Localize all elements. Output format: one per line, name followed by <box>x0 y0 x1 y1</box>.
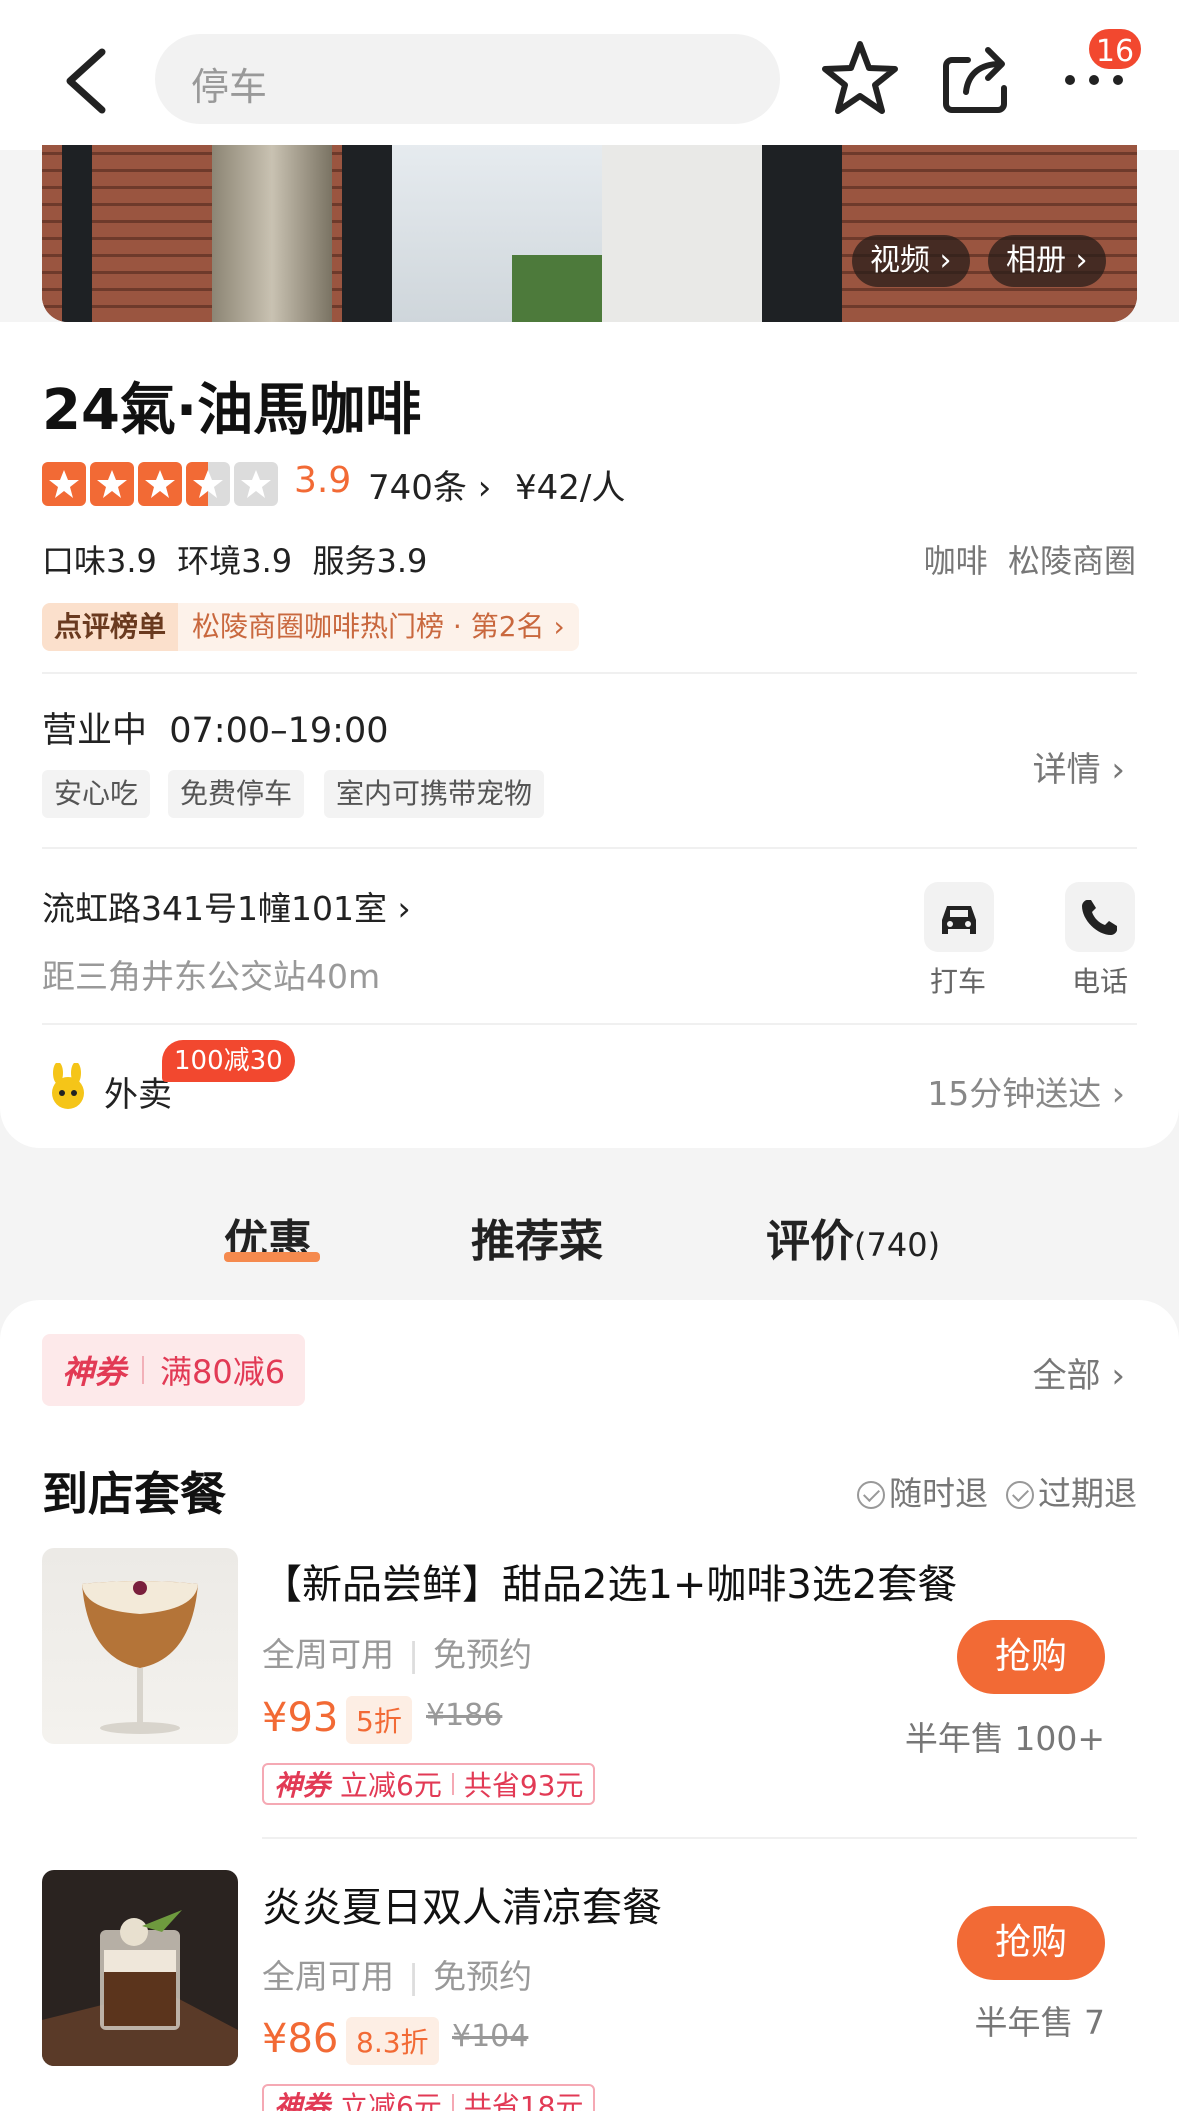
half-star-icon <box>186 462 230 506</box>
deal-original-price: ¥104 <box>452 2019 529 2054</box>
price-per-person: ¥42/人 <box>515 468 626 508</box>
deal-meta: 全周可用 | 免预约 <box>262 1957 533 1996</box>
coupon-text: 满80减6 <box>160 1353 286 1391</box>
cocktail-image <box>42 1910 238 2066</box>
door-frame <box>62 145 92 322</box>
sub-scores: 口味3.9 环境3.9 服务3.9 <box>42 542 428 580</box>
refund-policy: 随时退 过期退 <box>857 1467 1137 1515</box>
deal-title[interactable]: 【新品尝鲜】甜品2选1+咖啡3选2套餐 <box>262 1552 957 1610</box>
active-tab-indicator <box>224 1252 320 1262</box>
divider <box>42 1023 1137 1025</box>
star-icon <box>138 462 182 506</box>
tab-dishes[interactable]: 推荐菜 <box>471 1205 603 1269</box>
check-icon <box>1006 1481 1034 1509</box>
deal-sold-count: 半年售 7 <box>974 2003 1106 2042</box>
deal-coupon-tag: 神券 立减6元 共省18元 <box>262 2084 596 2111</box>
detail-link[interactable]: 详情 › <box>1033 742 1125 791</box>
rank-banner[interactable]: 点评榜单 松陵商圈咖啡热门榜 · 第2名 › <box>42 603 579 651</box>
coupon-chip[interactable]: 神券 满80减6 <box>42 1334 306 1406</box>
notification-badge: 16 <box>1086 26 1144 72</box>
deal-meta: 全周可用 | 免预约 <box>262 1635 533 1674</box>
reviews-count: (740) <box>854 1226 941 1264</box>
door-frame <box>762 145 842 322</box>
feature-tag: 免费停车 <box>168 770 305 818</box>
deal-thumbnail[interactable] <box>42 1870 238 2066</box>
share-icon[interactable] <box>940 40 1012 116</box>
coupon-badge: 神券 <box>62 1353 127 1391</box>
phone-button[interactable] <box>1065 882 1135 952</box>
takeout-promo-badge: 100减30 <box>162 1040 295 1082</box>
check-icon <box>857 1481 885 1509</box>
deal-thumbnail[interactable] <box>42 1548 238 1744</box>
video-button[interactable]: 视频 › <box>852 235 970 287</box>
door-frame <box>342 145 392 322</box>
deal-price: ¥86 <box>262 2016 339 2062</box>
distance-text: 距三角井东公交站40m <box>42 957 381 996</box>
taxi-label: 打车 <box>930 965 987 998</box>
rank-text: 松陵商圈咖啡热门榜 · 第2名 › <box>178 603 579 651</box>
search-input[interactable]: 停车 <box>155 34 780 124</box>
review-count-link[interactable]: 740条 › <box>368 460 491 509</box>
buy-button[interactable]: 抢购 <box>957 1620 1105 1694</box>
deal-title[interactable]: 炎炎夏日双人清凉套餐 <box>262 1875 662 1933</box>
buy-button[interactable]: 抢购 <box>957 1906 1105 1980</box>
deal-coupon-tag: 神券 立减6元 共省93元 <box>262 1763 596 1805</box>
star-icon <box>90 462 134 506</box>
divider <box>262 1837 1137 1839</box>
rating-score: 3.9 <box>294 460 352 501</box>
feature-tag: 室内可携带宠物 <box>324 770 545 818</box>
kangaroo-icon <box>52 1063 84 1109</box>
favorite-star-icon[interactable] <box>820 38 900 118</box>
hero-photo[interactable]: 视频 › 相册 › <box>42 145 1137 322</box>
album-button[interactable]: 相册 › <box>988 235 1106 287</box>
shop-category: 咖啡 松陵商圈 <box>923 542 1136 580</box>
tab-reviews[interactable]: 评价(740) <box>766 1205 940 1269</box>
top-bar: 停车 16 <box>0 0 1179 150</box>
shop-name: 24氣·油馬咖啡 <box>42 378 422 443</box>
section-title: 到店套餐 <box>42 1467 226 1521</box>
search-placeholder: 停车 <box>191 65 268 109</box>
divider <box>142 1356 145 1384</box>
deal-discount: 5折 <box>346 1696 412 1744</box>
deal-discount: 8.3折 <box>346 2017 439 2065</box>
rank-label: 点评榜单 <box>42 603 179 651</box>
business-hours: 营业中 07:00–19:00 <box>42 711 389 751</box>
all-deals-link[interactable]: 全部 › <box>1033 1348 1125 1397</box>
divider <box>42 847 1137 849</box>
brick-wall <box>842 145 1137 322</box>
deal-original-price: ¥186 <box>426 1698 503 1733</box>
empty-star-icon <box>234 462 278 506</box>
deal-price: ¥93 <box>262 1695 339 1741</box>
delivery-time-link[interactable]: 15分钟送达 › <box>927 1067 1125 1115</box>
divider <box>42 672 1137 674</box>
coffee-glass-image <box>82 1581 198 1734</box>
feature-tag: 安心吃 <box>42 770 151 818</box>
interior-wall <box>602 145 762 322</box>
taxi-button[interactable] <box>924 882 994 952</box>
car-icon <box>942 906 976 934</box>
address-link[interactable]: 流虹路341号1幢101室 › <box>42 882 411 930</box>
tree-trunk <box>212 145 332 322</box>
back-icon[interactable] <box>58 46 114 116</box>
plants <box>512 255 612 322</box>
phone-icon <box>1082 900 1117 935</box>
phone-label: 电话 <box>1072 965 1129 998</box>
star-icon <box>42 462 86 506</box>
deal-sold-count: 半年售 100+ <box>904 1719 1105 1758</box>
